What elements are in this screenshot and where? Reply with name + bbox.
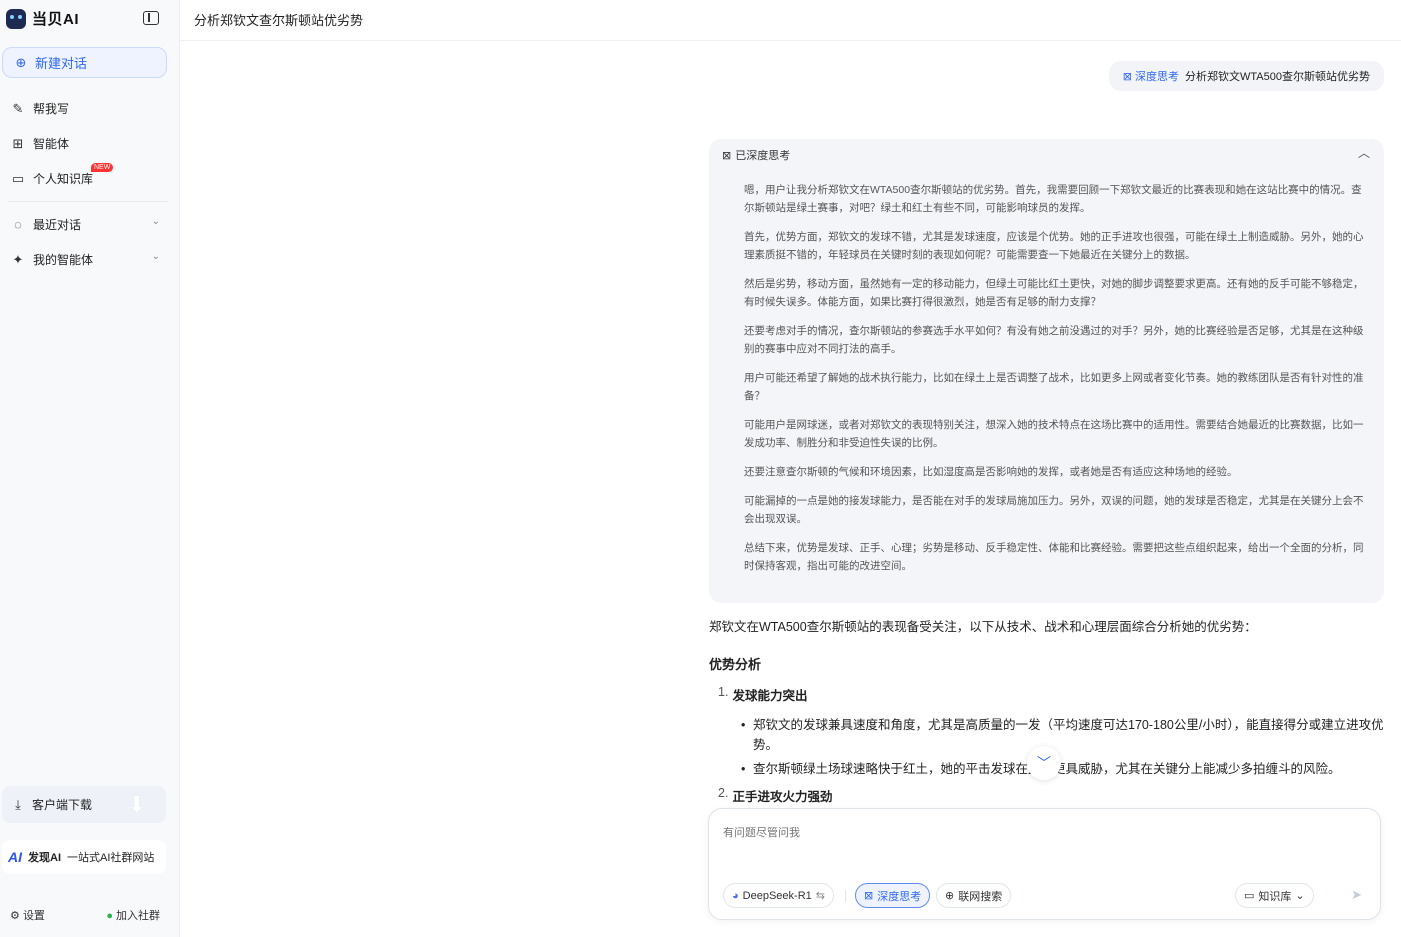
- sidebar-item-label: 个人知识库: [33, 172, 94, 186]
- swap-icon: ⇆: [815, 890, 825, 902]
- settings-button[interactable]: ⚙ 设置: [10, 907, 45, 923]
- thinking-paragraph: 可能用户是网球迷，或者对郑钦文的表现特别关注，想深入她的技术特点在这场比赛中的适…: [744, 419, 1364, 449]
- promo-banner[interactable]: AI 发现AI 一站式AI社群网站: [2, 840, 166, 874]
- atom-icon: ⊠: [864, 890, 874, 902]
- user-message-text: 分析郑钦文WTA500查尔斯顿站优劣势: [1185, 71, 1370, 83]
- sidebar-item-write[interactable]: ✎ 帮我写: [10, 100, 160, 117]
- send-icon[interactable]: ➤: [1351, 887, 1362, 903]
- web-search-toggle[interactable]: ⊕ 联网搜索: [936, 883, 1012, 908]
- deepseek-icon: ◕: [732, 889, 739, 902]
- chevron-down-icon: ﹀: [1037, 755, 1051, 771]
- scroll-to-bottom-button[interactable]: ﹀: [1027, 746, 1061, 780]
- thinking-paragraph: 可能漏掉的一点是她的接发球能力，是否能在对手的发球局施加压力。另外，双误的问题，…: [744, 495, 1364, 525]
- robot-logo-icon: [6, 8, 26, 29]
- message-composer: ◕ DeepSeek-R1 ⇆ ⊠ 深度思考 ⊕ 联网搜索 ▭ 知识库 ⌄ ➤: [708, 808, 1381, 920]
- sidebar-item-label: 智能体: [33, 137, 70, 151]
- thinking-paragraph: 然后是劣势，移动方面，虽然她有一定的移动能力，但绿土可能比红土更快，对她的脚步调…: [744, 278, 1364, 308]
- thinking-header[interactable]: ⊠ 已深度思考: [722, 147, 790, 163]
- atom-icon: ⊠: [1122, 70, 1133, 83]
- brand[interactable]: 当贝AI: [6, 8, 79, 29]
- sidebar: 当贝AI ⊕ 新建对话 ✎ 帮我写 ⊞ 智能体 ▭ 个人知识库 NEW ◌ 最近…: [0, 0, 180, 937]
- sidebar-item-recent-chats[interactable]: ◌ 最近对话 ⌄: [10, 216, 160, 233]
- thinking-paragraph: 还要注意查尔斯顿的气候和环境因素，比如湿度高是否影响她的发挥，或者她是否有适应这…: [744, 466, 1238, 478]
- folder-icon: ▭: [1244, 890, 1255, 902]
- point-heading: 1. 发球能力突出: [718, 685, 808, 703]
- sidebar-item-knowledge[interactable]: ▭ 个人知识库 NEW: [10, 163, 160, 187]
- promo-tagline: 一站式AI社群网站: [67, 852, 155, 864]
- atom-icon: ⊠: [722, 149, 732, 162]
- point-heading: 2. 正手进攻火力强劲: [718, 786, 833, 804]
- thinking-paragraph: 总结下来，优势是发球、正手、心理；劣势是移动、反手稳定性、体能和比赛经验。需要把…: [744, 542, 1364, 572]
- sidebar-footer: ⚙ 设置 ● 加入社群: [10, 907, 160, 923]
- chevron-down-icon[interactable]: ⌄: [152, 251, 160, 262]
- new-chat-button[interactable]: ⊕ 新建对话: [2, 47, 167, 78]
- download-label: 客户端下载: [32, 798, 93, 812]
- chevron-up-icon[interactable]: ︿: [1358, 144, 1370, 161]
- new-chat-label: 新建对话: [35, 56, 88, 71]
- sidebar-item-label: 我的智能体: [33, 253, 94, 267]
- pen-icon: ✎: [12, 100, 24, 116]
- brand-name: 当贝AI: [32, 11, 80, 28]
- chevron-down-icon[interactable]: ⌄: [152, 216, 160, 227]
- list-item: 郑钦文的发球兼具速度和角度，尤其是高质量的一发（平均速度可达170-180公里/…: [741, 715, 1384, 755]
- divider: [845, 890, 846, 902]
- folder-icon: ▭: [11, 170, 25, 186]
- deep-think-tag: ⊠ 深度思考: [1122, 70, 1180, 84]
- sidebar-item-label: 最近对话: [33, 218, 82, 232]
- chevron-down-icon: ⌄: [1295, 890, 1305, 902]
- new-chat-icon: ⊕: [15, 54, 27, 70]
- promo-name: 发现AI: [28, 852, 61, 864]
- sidebar-divider: [8, 201, 168, 202]
- section-title: 优势分析: [709, 657, 762, 672]
- thinking-paragraph: 嗯，用户让我分析郑钦文在WTA500查尔斯顿站的优劣势。首先，我需要回顾一下郑钦…: [744, 184, 1362, 214]
- sidebar-item-my-agents[interactable]: ✦ 我的智能体 ⌄: [10, 251, 160, 268]
- sparkle-icon: ✦: [12, 251, 24, 267]
- globe-icon: ⊕: [945, 890, 955, 902]
- sidebar-item-label: 帮我写: [33, 102, 70, 116]
- thinking-paragraph: 用户可能还希望了解她的战术执行能力，比如在绿土上是否调整了战术，比如更多上网或者…: [744, 372, 1364, 402]
- list-item: 查尔斯顿绿土场球速略快于红土，她的平击发球在此时更具威胁，尤其在关键分上能减少多…: [741, 759, 1384, 779]
- answer-intro: 郑钦文在WTA500查尔斯顿站的表现备受关注，以下从技术、战术和心理层面综合分析…: [709, 620, 1257, 634]
- wechat-icon: ●: [106, 910, 113, 922]
- gear-icon: ⚙: [10, 910, 20, 922]
- sidebar-collapse-icon[interactable]: [143, 11, 159, 25]
- message-input[interactable]: [723, 827, 1323, 839]
- deep-think-toggle[interactable]: ⊠ 深度思考: [855, 883, 931, 908]
- model-selector[interactable]: ◕ DeepSeek-R1 ⇆: [723, 883, 834, 908]
- download-icon: ⤓: [15, 796, 21, 812]
- grid-icon: ⊞: [12, 135, 24, 151]
- thinking-paragraph: 还要考虑对手的情况，查尔斯顿站的参赛选手水平如何？有没有她之前没遇过的对手？另外…: [744, 325, 1364, 355]
- user-message: ⊠ 深度思考 分析郑钦文WTA500查尔斯顿站优劣势: [1108, 61, 1384, 91]
- knowledge-base-selector[interactable]: ▭ 知识库 ⌄: [1235, 883, 1314, 908]
- join-community-button[interactable]: ● 加入社群: [106, 907, 160, 923]
- topbar: 分析郑钦文查尔斯顿站优劣势: [180, 0, 1401, 41]
- chat-icon: ◌: [14, 217, 22, 232]
- new-badge: NEW: [91, 163, 114, 172]
- faxian-ai-logo: AI: [8, 849, 22, 865]
- page-title: 分析郑钦文查尔斯顿站优劣势: [194, 13, 364, 28]
- sidebar-item-agents[interactable]: ⊞ 智能体: [10, 135, 160, 152]
- download-arrow-icon: ⬇: [127, 792, 146, 817]
- thinking-paragraph: 首先，优势方面，郑钦文的发球不错，尤其是发球速度，应该是个优势。她的正手进攻也很…: [744, 231, 1364, 261]
- thinking-panel: ⊠ 已深度思考 ︿ 嗯，用户让我分析郑钦文在WTA500查尔斯顿站的优劣势。首先…: [709, 139, 1384, 603]
- client-download-button[interactable]: ⤓ 客户端下载 ⬇: [2, 786, 166, 823]
- thinking-content: 嗯，用户让我分析郑钦文在WTA500查尔斯顿站的优劣势。首先，我需要回顾一下郑钦…: [744, 181, 1364, 586]
